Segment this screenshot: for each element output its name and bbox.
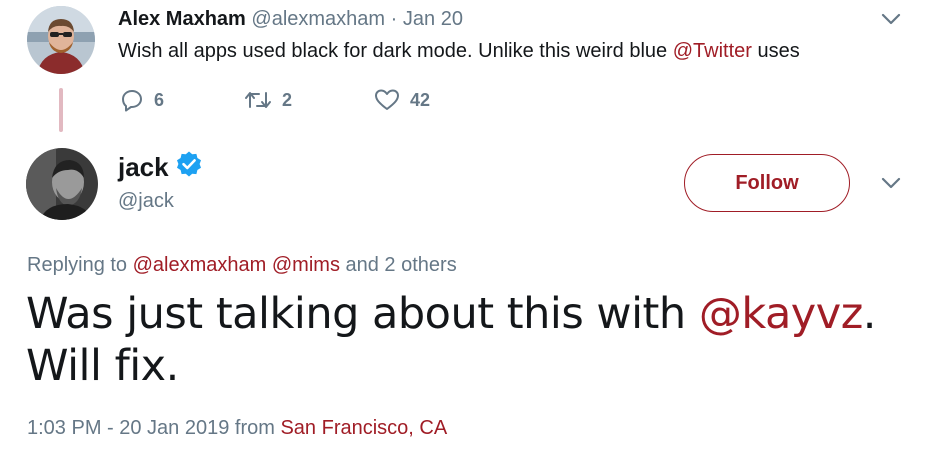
parent-tweet-header: Alex Maxham @alexmaxham · Jan 20 (118, 8, 463, 31)
mention-twitter-link[interactable]: @Twitter (673, 40, 752, 62)
replying-prefix: Replying to (27, 254, 133, 276)
main-text-start: Was just talking about this with (26, 289, 699, 339)
tweet-location-link[interactable]: San Francisco, CA (280, 417, 447, 439)
reply-icon (120, 88, 144, 112)
main-author-name-row: jack (118, 150, 203, 185)
mention-kayvz-link[interactable]: @kayvz (699, 289, 863, 339)
verified-badge-icon (175, 150, 203, 185)
follow-button[interactable]: Follow (684, 154, 850, 212)
mention-alexmaxham-link[interactable]: @alexmaxham (133, 254, 267, 276)
avatar-alex-maxham[interactable] (27, 6, 95, 74)
main-tweet-text: Was just talking about this with @kayvz.… (26, 288, 906, 392)
tweet-timestamp-line: 1:03 PM - 20 Jan 2019 from San Francisco… (27, 417, 447, 440)
retweet-count: 2 (282, 89, 293, 110)
heart-icon (374, 88, 400, 112)
chevron-down-icon[interactable] (880, 12, 902, 26)
chevron-down-icon[interactable] (880, 176, 902, 190)
avatar-jack[interactable] (26, 148, 98, 220)
parent-text-end: uses (751, 40, 800, 62)
tweet-thread: Alex Maxham @alexmaxham · Jan 20 Wish al… (0, 0, 940, 451)
parent-author-handle[interactable]: @alexmaxham (251, 8, 385, 30)
parent-tweet-text: Wish all apps used black for dark mode. … (118, 40, 800, 63)
separator-dot: · (390, 8, 398, 30)
parent-author-name[interactable]: Alex Maxham (118, 8, 246, 30)
thread-connector-line (59, 88, 63, 132)
reply-count: 6 (154, 89, 165, 110)
mention-mims-link[interactable]: @mims (272, 254, 340, 276)
replying-suffix[interactable]: and 2 others (340, 254, 457, 276)
parent-text-start: Wish all apps used black for dark mode. … (118, 40, 673, 62)
retweet-icon (244, 88, 272, 112)
retweet-button[interactable]: 2 (244, 88, 292, 112)
like-button[interactable]: 42 (374, 88, 430, 112)
main-author-handle[interactable]: @jack (118, 190, 174, 213)
replying-to-line: Replying to @alexmaxham @mims and 2 othe… (27, 254, 457, 277)
parent-tweet-date[interactable]: Jan 20 (403, 8, 463, 30)
tweet-timestamp[interactable]: 1:03 PM - 20 Jan 2019 from (27, 417, 280, 439)
main-author-name[interactable]: jack (118, 152, 169, 183)
like-count: 42 (410, 89, 431, 110)
reply-button[interactable]: 6 (120, 88, 164, 112)
